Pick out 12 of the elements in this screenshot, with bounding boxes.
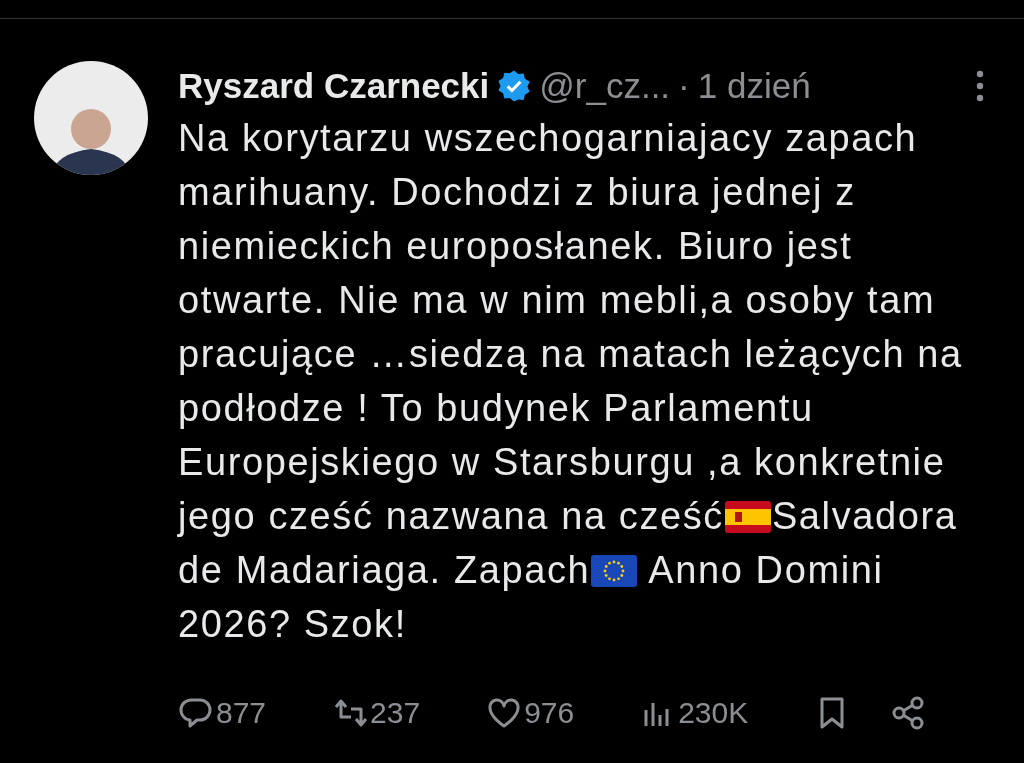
- spain-flag-icon: [724, 501, 771, 533]
- more-icon[interactable]: [976, 69, 984, 103]
- like-button[interactable]: 976: [486, 695, 575, 731]
- eu-flag-icon: [591, 555, 638, 587]
- timestamp[interactable]: 1 dzień: [697, 66, 811, 106]
- retweet-button[interactable]: 237: [332, 695, 421, 731]
- views-button[interactable]: 230K: [640, 695, 749, 731]
- author-name[interactable]: Ryszard Czarnecki: [178, 66, 490, 106]
- reply-button[interactable]: 877: [178, 695, 267, 731]
- tweet-text: Na korytarzu wszechogarniajacy zapach marihuany. Dochodzi z biura jednej z niemieckich europosłanek. Biuro jest otwarte. Nie ma w nim mebli,a osoby tam pracujące …siedzą na matach leżących na podłodze ! To budynek Parlamentu Europejskiego w Starsburgu ,a konkretnie jego cześć nazwana na cześć Salvadora de Madariaga. Zapach Anno Domini 2026? Szok!: [178, 116, 964, 647]
- author-handle[interactable]: @r_cz...: [539, 66, 671, 106]
- separator-dot: ·: [678, 66, 690, 106]
